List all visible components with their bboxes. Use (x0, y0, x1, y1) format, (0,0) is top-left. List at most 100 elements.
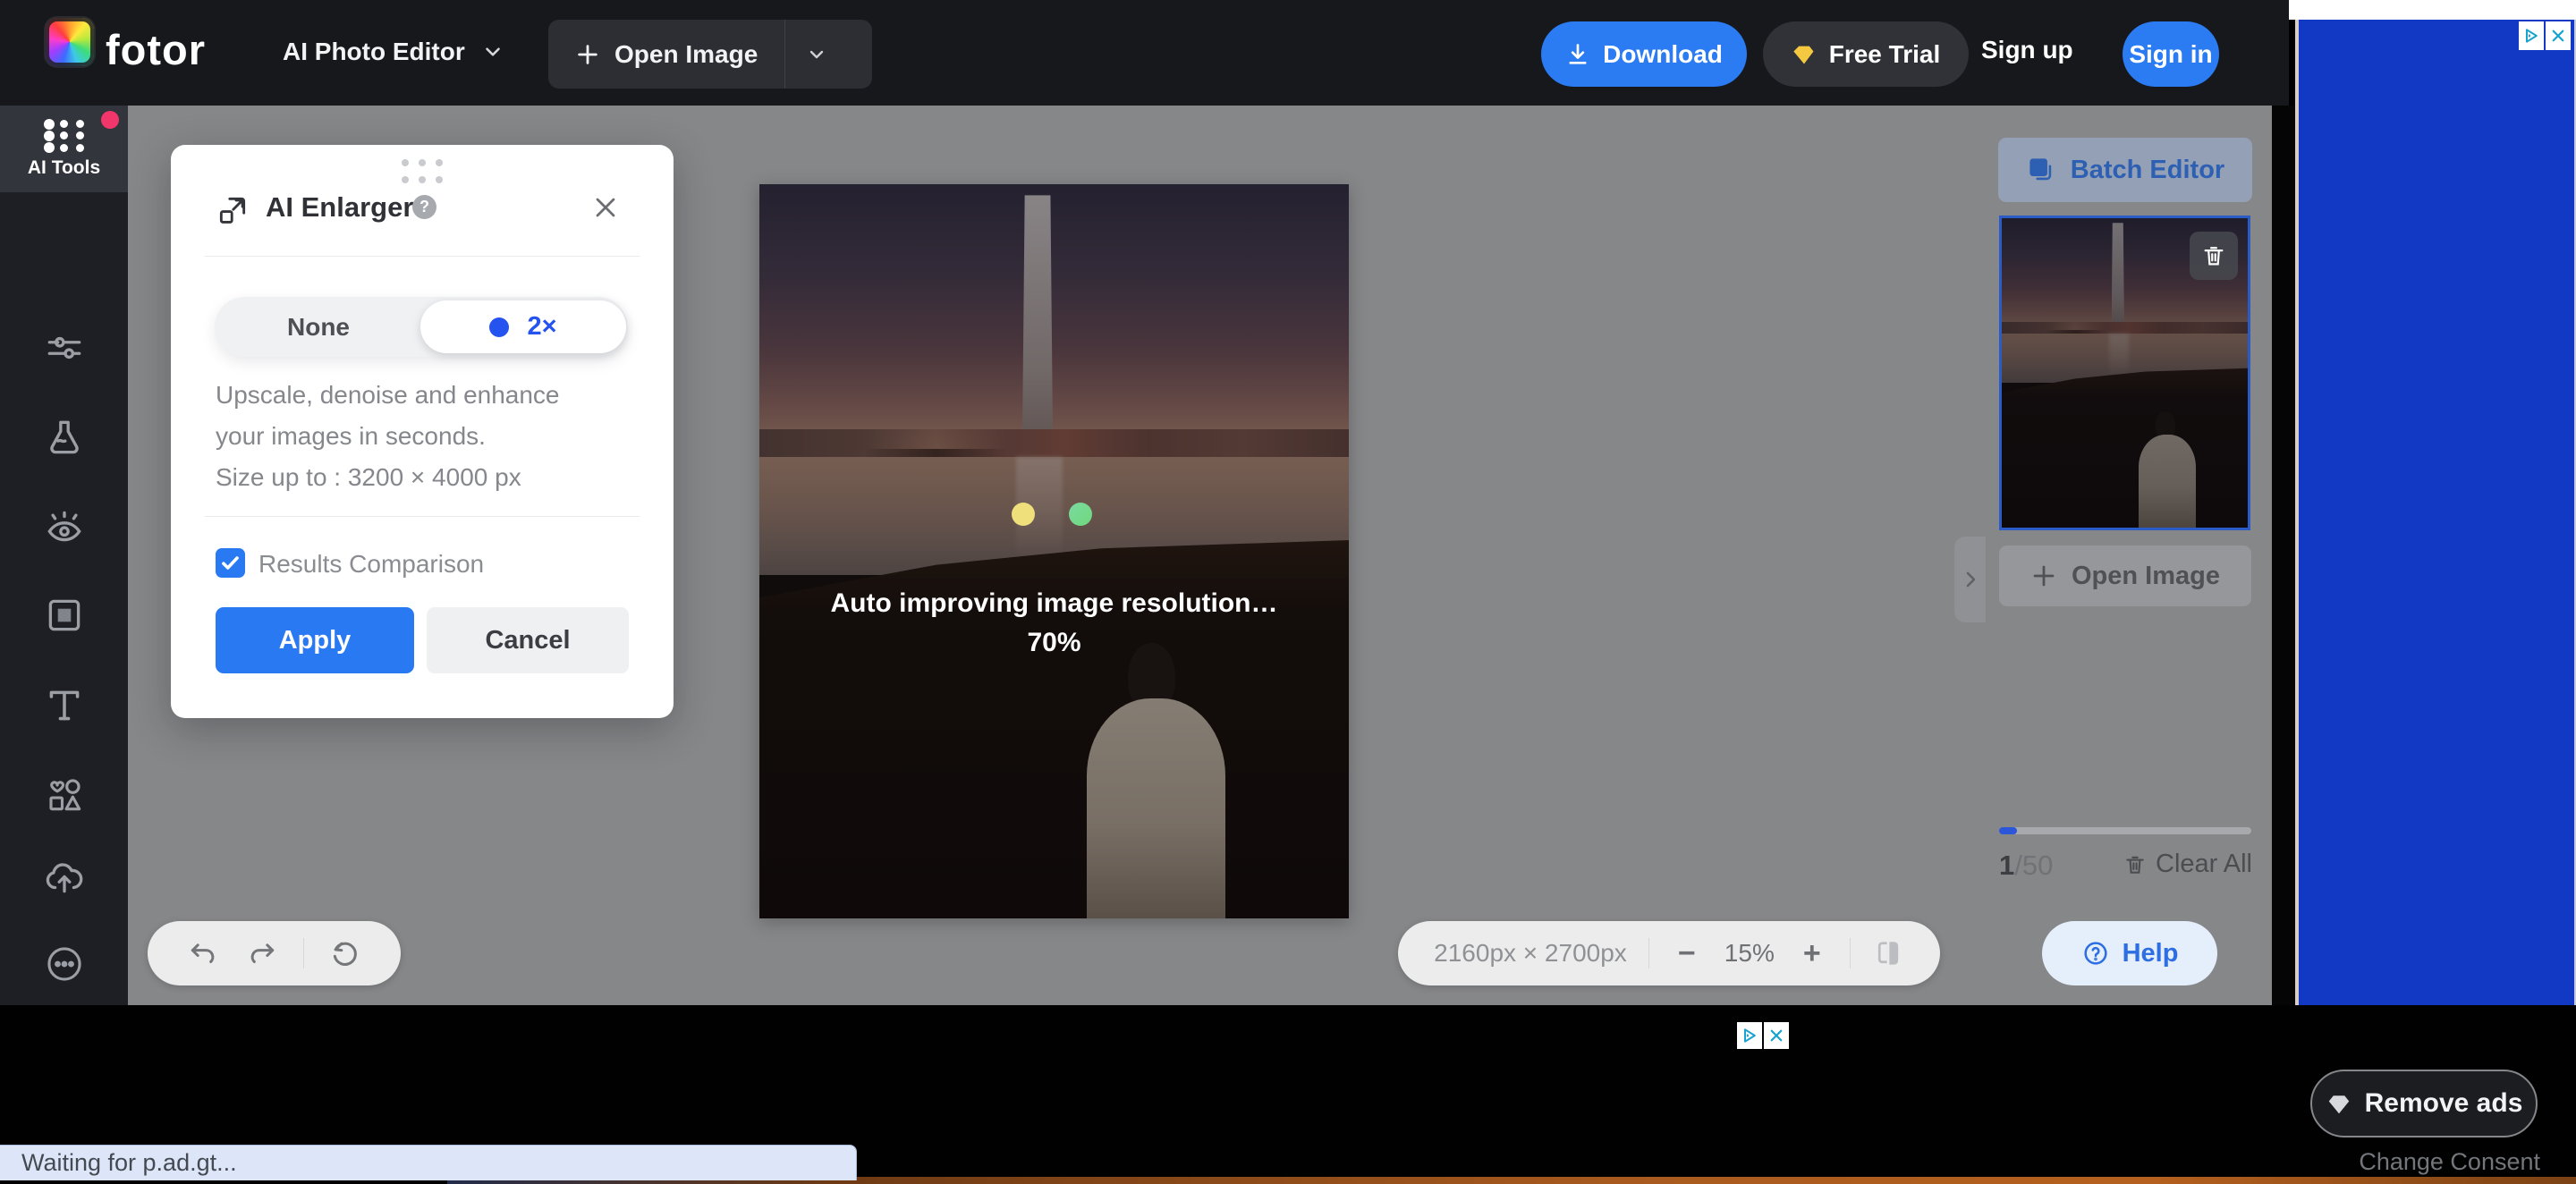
trash-icon (2123, 853, 2147, 876)
panel-open-image-label: Open Image (2072, 562, 2220, 591)
chevron-down-icon (481, 40, 504, 63)
left-sidebar: AI Tools (0, 106, 128, 1005)
frame-icon (42, 593, 87, 638)
download-icon (1565, 42, 1590, 67)
close-icon[interactable] (589, 191, 622, 224)
batch-editor-label: Batch Editor (2071, 156, 2224, 185)
apply-button[interactable]: Apply (216, 607, 414, 673)
notification-badge (101, 111, 119, 129)
history-toolbar (148, 921, 401, 985)
canvas-image[interactable] (759, 184, 1349, 918)
scale-2x-label: 2× (527, 312, 556, 342)
diamond-icon (2326, 1090, 2352, 1117)
cancel-button[interactable]: Cancel (427, 607, 629, 673)
image-size-label: 2160px × 2700px (1434, 939, 1627, 968)
toolbar-divider (1648, 938, 1649, 968)
ad-controls (2519, 21, 2571, 50)
processing-percent: 70% (759, 628, 1349, 658)
gem-icon (1792, 42, 1817, 67)
change-consent-link[interactable]: Change Consent (2308, 1148, 2540, 1176)
zoom-in-button[interactable]: + (1796, 937, 1828, 969)
text-icon (42, 683, 87, 728)
top-navbar: fotor AI Photo Editor Open Image Downloa… (0, 0, 2289, 106)
ai-enlarger-dialog: AI Enlarger ? None 2× Upscale, denoise a… (171, 145, 674, 718)
open-image-label: Open Image (614, 40, 758, 69)
panel-open-image-button[interactable]: Open Image (1999, 545, 2251, 606)
remove-ads-button[interactable]: Remove ads (2310, 1070, 2538, 1137)
sign-in-button[interactable]: Sign in (2123, 21, 2219, 87)
sidebar-item-text[interactable] (42, 683, 87, 728)
zoom-out-button[interactable]: − (1671, 937, 1703, 969)
sidebar-item-elements[interactable] (42, 773, 87, 817)
enlarger-icon (216, 193, 250, 227)
clear-all-button[interactable]: Clear All (2120, 850, 2252, 879)
delete-image-button[interactable] (2190, 232, 2238, 280)
flask-icon (42, 416, 87, 461)
sign-up-link[interactable]: Sign up (1981, 36, 2073, 64)
zoom-level: 15% (1724, 939, 1775, 968)
counter-current: 1 (1999, 850, 2014, 881)
open-image-button[interactable]: Open Image (548, 20, 784, 89)
ai-tools-label: AI Tools (0, 157, 128, 179)
active-dot-icon (489, 317, 509, 337)
dialog-description-line1: Upscale, denoise and enhance (216, 381, 560, 410)
ai-tools-grid-icon (41, 118, 88, 154)
download-label: Download (1603, 40, 1723, 69)
toolbar-divider (303, 938, 304, 968)
shapes-icon (42, 773, 87, 817)
undo-button[interactable] (185, 935, 221, 971)
usage-progress-bar[interactable] (1999, 827, 2251, 834)
dialog-size-note: Size up to : 3200 × 4000 px (216, 463, 521, 492)
sidebar-item-frame[interactable] (42, 593, 87, 638)
free-trial-button[interactable]: Free Trial (1763, 21, 1969, 87)
ad-close-icon[interactable] (1764, 1022, 1789, 1049)
download-button[interactable]: Download (1541, 21, 1747, 87)
loading-dot-green (1069, 503, 1092, 526)
help-label: Help (2123, 939, 2179, 968)
results-comparison-checkbox[interactable] (216, 548, 245, 578)
plus-icon (575, 42, 600, 67)
panel-collapse-button[interactable] (1954, 537, 1986, 622)
open-image-split-button: Open Image (548, 20, 872, 89)
fotor-logo-icon[interactable] (46, 18, 94, 66)
adchoices-icon[interactable] (1737, 1022, 1762, 1049)
redo-button[interactable] (244, 935, 280, 971)
scale-option-none[interactable]: None (215, 297, 422, 357)
compare-view-icon[interactable] (1872, 937, 1904, 969)
brand-name[interactable]: fotor (106, 25, 206, 74)
free-trial-label: Free Trial (1829, 40, 1941, 69)
dialog-drag-handle[interactable] (171, 159, 674, 183)
help-button[interactable]: Help (2042, 921, 2217, 985)
remove-ads-label: Remove ads (2365, 1088, 2523, 1119)
help-badge-icon[interactable]: ? (412, 195, 436, 219)
page-background (2289, 0, 2576, 20)
image-counter: 1/50 (1999, 850, 2053, 882)
ellipsis-circle-icon (42, 942, 87, 986)
sidebar-ad-banner[interactable] (2295, 20, 2576, 1019)
dialog-description-line2: your images in seconds. (216, 422, 486, 451)
counter-total: /50 (2014, 850, 2053, 881)
clear-all-label: Clear All (2156, 850, 2252, 879)
sidebar-item-ai-tools[interactable]: AI Tools (0, 106, 128, 192)
sidebar-item-upload[interactable] (42, 854, 87, 899)
dialog-divider (205, 516, 640, 517)
sidebar-item-more[interactable] (42, 942, 87, 986)
scale-option-2x[interactable]: 2× (420, 300, 626, 353)
cloud-upload-icon (42, 854, 87, 899)
ad-controls (1737, 1022, 1789, 1049)
layers-icon (2026, 155, 2056, 185)
dialog-title: AI Enlarger (266, 191, 413, 224)
dialog-divider (205, 256, 640, 257)
zoom-toolbar: 2160px × 2700px − 15% + (1398, 921, 1940, 985)
adchoices-icon[interactable] (2519, 21, 2544, 50)
sidebar-item-adjust[interactable] (42, 326, 87, 370)
sidebar-item-effects[interactable] (42, 416, 87, 461)
browser-status-bar: Waiting for p.ad.gt... (0, 1145, 857, 1180)
sidebar-item-ai-retouch[interactable] (42, 504, 87, 549)
batch-editor-button[interactable]: Batch Editor (1998, 138, 2252, 202)
ad-close-icon[interactable] (2546, 21, 2571, 50)
open-image-dropdown-button[interactable] (785, 20, 848, 89)
editor-mode-menu[interactable]: AI Photo Editor (283, 38, 504, 66)
loading-dot-yellow (1012, 503, 1035, 526)
reset-button[interactable] (327, 935, 363, 971)
